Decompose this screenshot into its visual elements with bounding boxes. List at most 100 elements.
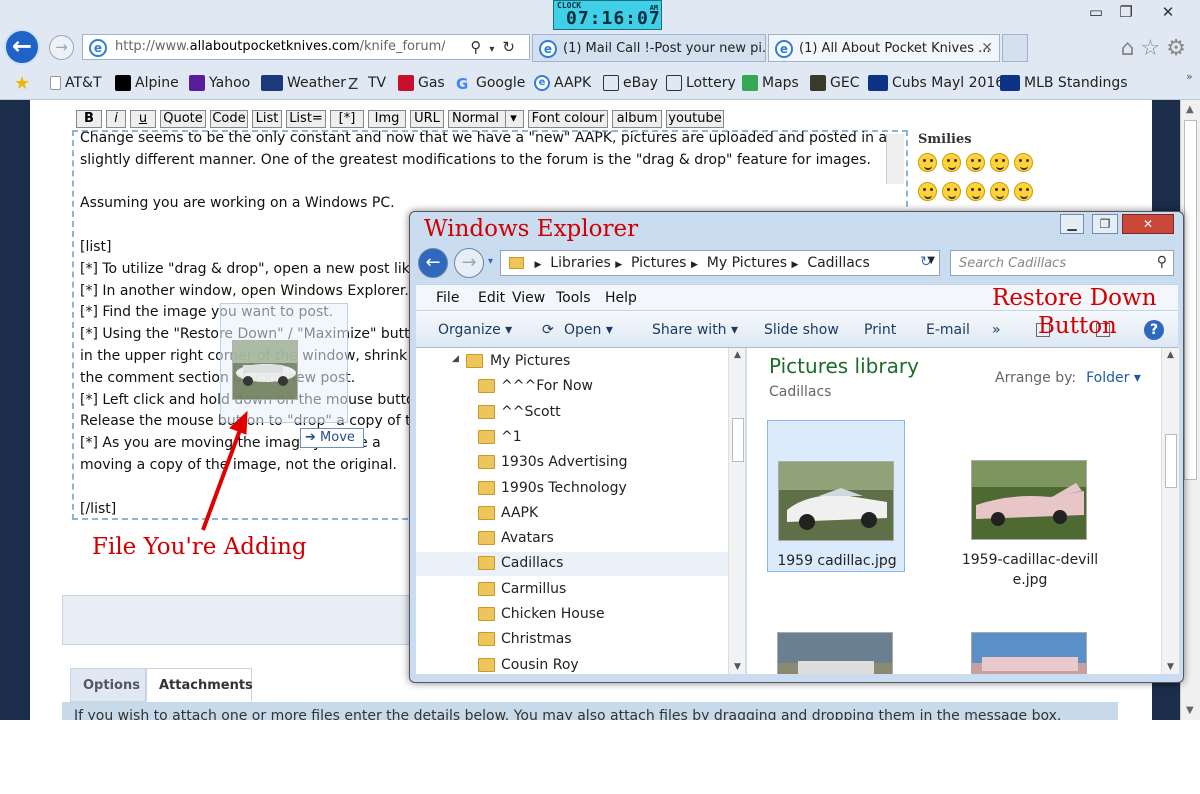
scroll-up-icon[interactable]: ▲ bbox=[734, 350, 741, 360]
folder-label: ^^Scott bbox=[501, 403, 561, 420]
scroll-down-icon[interactable]: ▼ bbox=[734, 662, 741, 672]
arrow-left-icon: ← bbox=[425, 252, 441, 273]
folder-tree-item[interactable]: ^1 bbox=[416, 426, 728, 450]
scroll-thumb[interactable] bbox=[1165, 434, 1177, 488]
explorer-caption: Windows Explorer bbox=[424, 216, 639, 242]
explorer-back-button[interactable]: ← bbox=[418, 248, 448, 278]
close-icon: ✕ bbox=[1142, 217, 1154, 231]
folder-tree-item[interactable]: Cousin Roy bbox=[416, 654, 728, 674]
folder-tree-item[interactable]: Carmillus bbox=[416, 578, 728, 602]
annotation-restore-down: Restore Down bbox=[992, 285, 1157, 311]
folder-tree-item[interactable]: ◢ My Pictures bbox=[416, 350, 728, 374]
folder-icon bbox=[509, 257, 524, 269]
car-photo-icon bbox=[777, 632, 893, 674]
folder-icon bbox=[478, 657, 495, 672]
folder-label: Avatars bbox=[501, 530, 554, 547]
folder-tree-item[interactable]: 1990s Technology bbox=[416, 477, 728, 501]
cmd-email[interactable]: E-mail bbox=[926, 322, 970, 338]
folder-icon bbox=[466, 354, 483, 368]
folder-tree-item[interactable]: 1930s Advertising bbox=[416, 451, 728, 475]
cmd-organize[interactable]: Organize ▾ bbox=[438, 322, 512, 338]
explorer-close-button[interactable]: ✕ bbox=[1122, 214, 1174, 234]
expand-arrow-icon[interactable]: ◢ bbox=[452, 354, 459, 364]
explorer-search-input[interactable]: Search Cadillacs ⚲ bbox=[950, 250, 1174, 276]
arrow-right-icon: → bbox=[461, 252, 477, 273]
scroll-down-icon[interactable]: ▼ bbox=[1167, 662, 1174, 672]
search-icon[interactable]: ⚲ bbox=[1157, 254, 1167, 270]
explorer-content-pane: Pictures library Cadillacs Arrange by: Fo… bbox=[747, 348, 1179, 674]
annotation-file-adding: File You're Adding bbox=[92, 534, 307, 560]
file-thumbnail[interactable]: 1959 cadillac.jpg bbox=[767, 420, 905, 572]
minimize-icon: ▁ bbox=[1067, 217, 1077, 231]
folder-tree-item[interactable]: ^^^For Now bbox=[416, 375, 728, 399]
arrow-to-drag-ghost bbox=[201, 410, 248, 531]
folder-label: ^^^For Now bbox=[501, 378, 594, 395]
file-thumbnail[interactable] bbox=[767, 632, 905, 674]
refresh-icon[interactable]: ↻ bbox=[920, 254, 932, 270]
windows-explorer-window: Windows Explorer ▁ ❐ ✕ ← → ▾ ▶ Libraries… bbox=[409, 211, 1184, 683]
folder-label: Cousin Roy bbox=[501, 656, 579, 673]
folder-tree-item[interactable]: ^^Scott bbox=[416, 401, 728, 425]
file-thumbnail[interactable]: 1959-cadillac-devill e.jpg bbox=[961, 420, 1099, 588]
folder-icon bbox=[478, 581, 495, 596]
folder-icon bbox=[478, 429, 495, 444]
cmd-share-with[interactable]: Share with ▾ bbox=[652, 322, 738, 338]
folder-icon bbox=[478, 404, 495, 419]
folder-icon bbox=[478, 480, 495, 495]
crumb-pictures[interactable]: Pictures bbox=[631, 255, 686, 271]
explorer-nav-pane: ◢ My Pictures ^^^For Now ^^Scott ^1 1930s Adv… bbox=[416, 348, 746, 674]
arrange-by-dropdown[interactable]: Folder ▾ bbox=[1086, 370, 1141, 386]
folder-label: Carmillus bbox=[501, 580, 567, 597]
car-photo-icon bbox=[971, 632, 1087, 674]
folder-tree-item[interactable]: AAPK bbox=[416, 502, 728, 526]
folder-tree-item[interactable]: Avatars bbox=[416, 527, 728, 551]
folder-icon bbox=[478, 607, 495, 621]
file-name: 1959-cadillac-devill e.jpg bbox=[961, 552, 1099, 588]
folder-label: Chicken House bbox=[501, 606, 605, 622]
folder-label: AAPK bbox=[501, 504, 539, 521]
folder-label: Cadillacs bbox=[501, 555, 564, 572]
explorer-forward-button[interactable]: → bbox=[454, 248, 484, 278]
menu-help[interactable]: Help bbox=[605, 290, 637, 306]
cmd-open-icon: ⟳ bbox=[542, 322, 554, 338]
menu-tools[interactable]: Tools bbox=[556, 290, 591, 306]
folder-tree-item[interactable]: Christmas bbox=[416, 628, 728, 652]
folder-tree-item[interactable]: Chicken House bbox=[416, 603, 728, 627]
crumb-cadillacs[interactable]: Cadillacs bbox=[807, 255, 869, 271]
menu-edit[interactable]: Edit bbox=[478, 290, 505, 306]
folder-label: My Pictures bbox=[490, 353, 571, 369]
restore-icon: ❐ bbox=[1099, 217, 1111, 231]
explorer-restore-down-button[interactable]: ❐ bbox=[1092, 214, 1118, 234]
cmd-more[interactable]: » bbox=[992, 322, 1001, 338]
arrange-by: Arrange by: Folder ▾ bbox=[995, 370, 1141, 386]
folder-tree-item[interactable]: Cadillacs bbox=[416, 552, 728, 577]
scroll-up-icon[interactable]: ▲ bbox=[1167, 350, 1174, 360]
annotation-restore-down-button: Button bbox=[1038, 313, 1117, 339]
scroll-thumb[interactable] bbox=[732, 418, 744, 462]
file-name: 1959 cadillac.jpg bbox=[777, 553, 897, 569]
folder-icon bbox=[478, 455, 495, 470]
library-subtitle: Cadillacs bbox=[769, 384, 832, 400]
explorer-breadcrumb[interactable]: ▶ Libraries ▶ Pictures ▶ My Pictures ▶ C… bbox=[500, 250, 940, 276]
folder-icon bbox=[478, 505, 495, 520]
menu-file[interactable]: File bbox=[436, 290, 459, 306]
car-photo-icon bbox=[778, 461, 894, 541]
crumb-libraries[interactable]: Libraries bbox=[550, 255, 610, 271]
menu-view[interactable]: View bbox=[512, 290, 545, 306]
help-icon[interactable]: ? bbox=[1144, 320, 1164, 340]
cmd-open[interactable]: Open ▾ bbox=[564, 322, 613, 338]
cmd-slide-show[interactable]: Slide show bbox=[764, 322, 839, 338]
content-pane-scrollbar[interactable]: ▲ ▼ bbox=[1161, 348, 1179, 674]
file-thumbnail[interactable] bbox=[961, 632, 1099, 674]
recent-pages-icon[interactable]: ▾ bbox=[488, 256, 493, 267]
folder-icon bbox=[478, 556, 495, 571]
nav-pane-scrollbar[interactable]: ▲ ▼ bbox=[728, 348, 745, 674]
library-title: Pictures library bbox=[769, 354, 919, 378]
folder-label: ^1 bbox=[501, 428, 522, 445]
cmd-print[interactable]: Print bbox=[864, 322, 896, 338]
folder-label: Christmas bbox=[501, 631, 572, 648]
crumb-my-pictures[interactable]: My Pictures bbox=[707, 255, 787, 271]
folder-label: 1990s Technology bbox=[501, 479, 627, 496]
folder-icon bbox=[478, 632, 495, 647]
explorer-minimize-button[interactable]: ▁ bbox=[1060, 214, 1084, 234]
